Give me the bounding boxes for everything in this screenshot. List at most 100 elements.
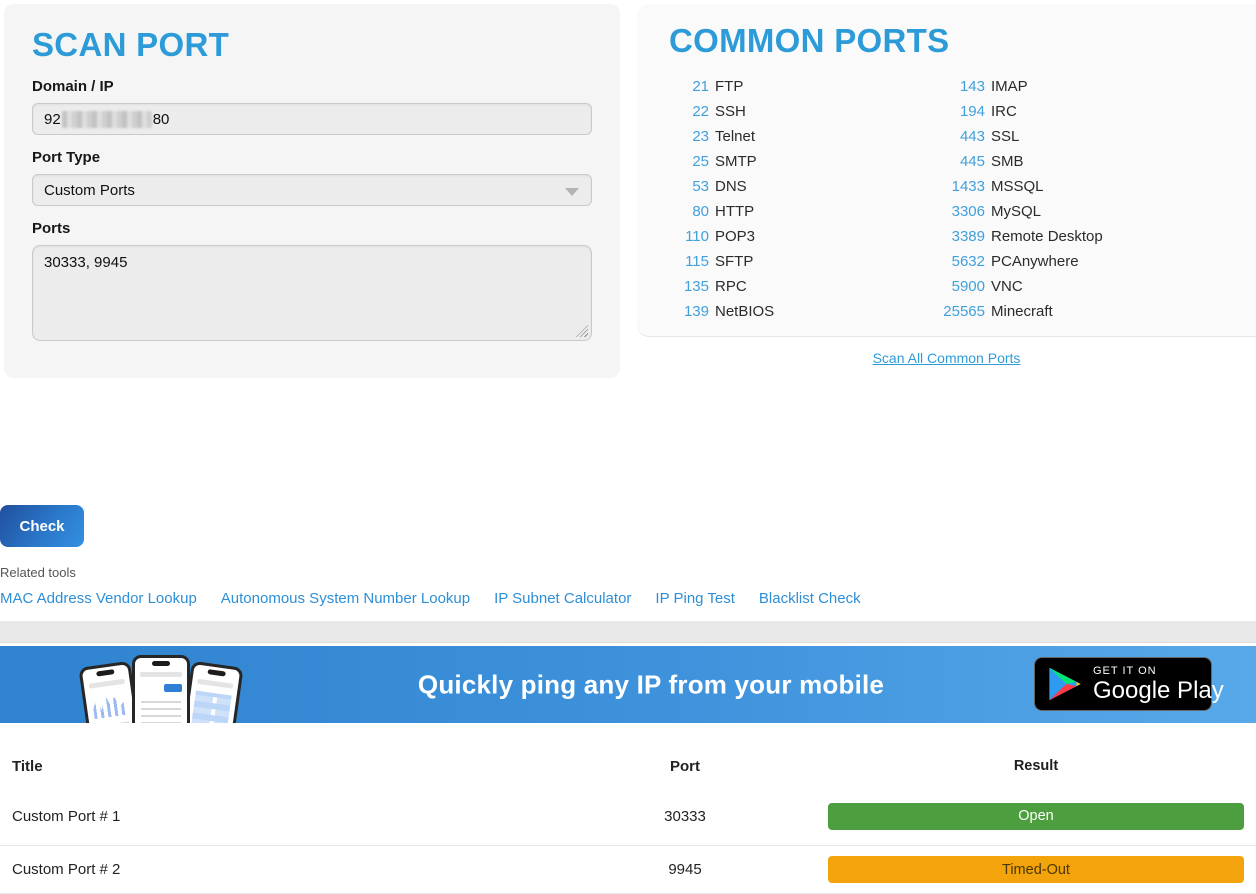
common-port-item: 143 IMAP bbox=[939, 74, 1256, 99]
port-name: SMB bbox=[991, 153, 1024, 170]
scan-port-title: SCAN PORT bbox=[32, 26, 592, 64]
port-name: NetBIOS bbox=[715, 303, 774, 320]
domain-value-start: 92 bbox=[44, 111, 61, 128]
port-type-label: Port Type bbox=[32, 149, 592, 166]
related-link-mac-address-vendor-lookup[interactable]: MAC Address Vendor Lookup bbox=[0, 590, 197, 607]
port-name: DNS bbox=[715, 178, 747, 195]
port-number-link[interactable]: 21 bbox=[669, 78, 709, 95]
common-port-item: 1433 MSSQL bbox=[939, 174, 1256, 199]
domain-ip-label: Domain / IP bbox=[32, 78, 592, 95]
common-port-item: 443 SSL bbox=[939, 124, 1256, 149]
domain-value-masked bbox=[62, 111, 152, 128]
domain-ip-input[interactable]: 92 80 bbox=[32, 103, 592, 135]
chevron-down-icon bbox=[565, 188, 579, 196]
port-number-link[interactable]: 25 bbox=[669, 153, 709, 170]
status-badge-timed-out: Timed-Out bbox=[828, 856, 1244, 883]
port-number-link[interactable]: 445 bbox=[939, 153, 985, 170]
port-number-link[interactable]: 3389 bbox=[939, 228, 985, 245]
port-name: Remote Desktop bbox=[991, 228, 1103, 245]
google-play-get-it-on: GET IT ON bbox=[1093, 665, 1224, 678]
port-number-link[interactable]: 23 bbox=[669, 128, 709, 145]
port-number-link[interactable]: 443 bbox=[939, 128, 985, 145]
google-play-badge[interactable]: GET IT ON Google Play bbox=[1034, 657, 1212, 711]
common-ports-column-2: 143 IMAP 194 IRC 443 SSL 445 SMB 1433 MSSQL 3… bbox=[939, 74, 1256, 324]
port-name: MySQL bbox=[991, 203, 1041, 220]
port-number-link[interactable]: 80 bbox=[669, 203, 709, 220]
result-row-title: Custom Port # 2 bbox=[0, 861, 620, 878]
common-port-item: 445 SMB bbox=[939, 149, 1256, 174]
common-port-item: 53 DNS bbox=[669, 174, 939, 199]
results-header-port: Port bbox=[620, 758, 750, 775]
port-number-link[interactable]: 194 bbox=[939, 103, 985, 120]
common-port-item: 3389 Remote Desktop bbox=[939, 224, 1256, 249]
port-name: SFTP bbox=[715, 253, 753, 270]
related-link-blacklist-check[interactable]: Blacklist Check bbox=[759, 590, 861, 607]
common-port-item: 25 SMTP bbox=[669, 149, 939, 174]
section-divider-strip bbox=[0, 621, 1256, 643]
table-row: Custom Port # 1 30333 Open bbox=[0, 787, 1256, 845]
common-ports-column-1: 21 FTP 22 SSH 23 Telnet 25 SMTP 53 DNS 80HTTP… bbox=[669, 74, 939, 324]
port-number-link[interactable]: 22 bbox=[669, 103, 709, 120]
port-number-link[interactable]: 143 bbox=[939, 78, 985, 95]
top-section: SCAN PORT Domain / IP 92 80 Port Type Cus… bbox=[0, 0, 1256, 378]
common-port-item: 23 Telnet bbox=[669, 124, 939, 149]
ports-textarea[interactable]: 30333, 9945 bbox=[32, 245, 592, 341]
related-link-ip-ping-test[interactable]: IP Ping Test bbox=[655, 590, 735, 607]
scan-port-panel: SCAN PORT Domain / IP 92 80 Port Type Cus… bbox=[4, 4, 620, 378]
port-number-link[interactable]: 53 bbox=[669, 178, 709, 195]
check-button[interactable]: Check bbox=[0, 505, 84, 547]
common-port-item: 3306 MySQL bbox=[939, 199, 1256, 224]
port-name: SSL bbox=[991, 128, 1019, 145]
scan-results-table: Title Port Result Custom Port # 1 30333 … bbox=[0, 723, 1256, 894]
common-ports-grid: 21 FTP 22 SSH 23 Telnet 25 SMTP 53 DNS 80HTTP… bbox=[669, 74, 1256, 324]
common-ports-title: COMMON PORTS bbox=[669, 22, 1256, 60]
results-header-row: Title Port Result bbox=[0, 745, 1256, 787]
related-tools-heading: Related tools bbox=[0, 565, 1256, 580]
related-link-asn-lookup[interactable]: Autonomous System Number Lookup bbox=[221, 590, 470, 607]
related-link-ip-subnet-calculator[interactable]: IP Subnet Calculator bbox=[494, 590, 631, 607]
google-play-icon bbox=[1048, 665, 1082, 703]
port-number-link[interactable]: 5900 bbox=[939, 278, 985, 295]
port-name: IMAP bbox=[991, 78, 1028, 95]
port-name: SMTP bbox=[715, 153, 757, 170]
port-number-link[interactable]: 25565 bbox=[939, 303, 985, 320]
port-name: RPC bbox=[715, 278, 747, 295]
port-number-link[interactable]: 3306 bbox=[939, 203, 985, 220]
port-name: IRC bbox=[991, 103, 1017, 120]
common-ports-column: COMMON PORTS 21 FTP 22 SSH 23 Telnet 25 SMTP… bbox=[637, 4, 1256, 366]
results-header-result: Result bbox=[828, 758, 1256, 774]
common-port-item: 110 POP3 bbox=[669, 224, 939, 249]
port-name: MSSQL bbox=[991, 178, 1044, 195]
port-number-link[interactable]: 139 bbox=[669, 303, 709, 320]
resize-handle-icon[interactable] bbox=[576, 325, 588, 337]
port-name: POP3 bbox=[715, 228, 755, 245]
common-port-item: 5900 VNC bbox=[939, 274, 1256, 299]
port-type-select[interactable]: Custom Ports bbox=[32, 174, 592, 206]
ports-label: Ports bbox=[32, 220, 592, 237]
result-row-title: Custom Port # 1 bbox=[0, 808, 620, 825]
common-port-item: 80HTTP bbox=[669, 199, 939, 224]
scan-all-common-ports-link[interactable]: Scan All Common Ports bbox=[637, 350, 1256, 366]
google-play-label: Google Play bbox=[1093, 678, 1224, 704]
port-name: Telnet bbox=[715, 128, 755, 145]
mobile-app-banner: Quickly ping any IP from your mobile GET… bbox=[0, 646, 1256, 723]
domain-value-end: 80 bbox=[153, 111, 170, 128]
status-badge-open: Open bbox=[828, 803, 1244, 830]
port-number-link[interactable]: 110 bbox=[669, 228, 709, 245]
result-row-port: 9945 bbox=[620, 861, 750, 878]
port-name: FTP bbox=[715, 78, 743, 95]
common-port-item: 21 FTP bbox=[669, 74, 939, 99]
port-name: VNC bbox=[991, 278, 1023, 295]
ports-value: 30333, 9945 bbox=[44, 254, 127, 271]
port-number-link[interactable]: 1433 bbox=[939, 178, 985, 195]
common-port-item: 22 SSH bbox=[669, 99, 939, 124]
port-number-link[interactable]: 115 bbox=[669, 253, 709, 270]
common-port-item: 135 RPC bbox=[669, 274, 939, 299]
port-name: PCAnywhere bbox=[991, 253, 1079, 270]
google-play-text: GET IT ON Google Play bbox=[1093, 665, 1224, 704]
common-ports-panel: COMMON PORTS 21 FTP 22 SSH 23 Telnet 25 SMTP… bbox=[637, 4, 1256, 336]
port-number-link[interactable]: 135 bbox=[669, 278, 709, 295]
port-type-selected-value: Custom Ports bbox=[44, 182, 135, 199]
port-name: SSH bbox=[715, 103, 746, 120]
port-number-link[interactable]: 5632 bbox=[939, 253, 985, 270]
